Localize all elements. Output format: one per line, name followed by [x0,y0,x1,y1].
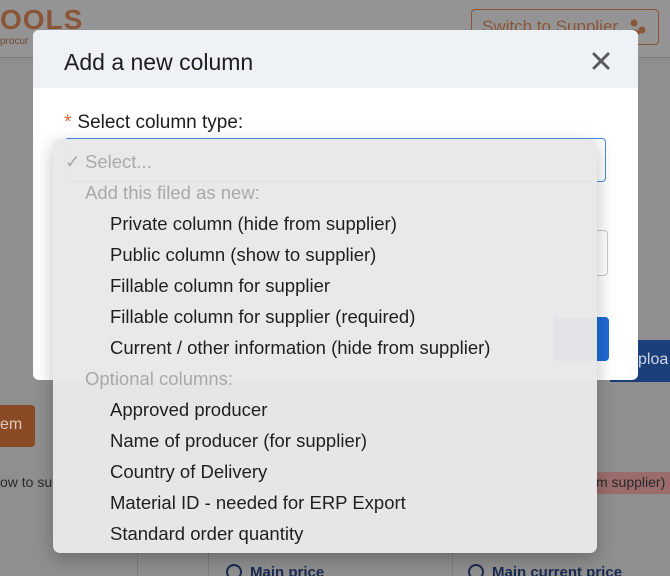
main-price-radio[interactable]: Main price [226,564,324,576]
dropdown-option-current-other-information[interactable]: Current / other information (hide from s… [53,332,597,363]
close-icon[interactable] [588,48,614,74]
bg-column-hint-left: ow to su [0,474,53,490]
dropdown-option-country-of-delivery[interactable]: Country of Delivery [53,456,597,487]
main-current-price-radio[interactable]: Main current price [468,564,622,576]
main-current-price-radio-label: Main current price [492,564,623,576]
app-logo-subtitle: procur [0,36,29,47]
column-type-dropdown: ✓ Select... Add this filed as new: Privat… [53,139,597,553]
dropdown-group-label: Add this filed as new: [85,182,260,203]
dropdown-group-label: Optional columns: [85,368,234,389]
dialog-title: Add a new column [64,49,254,75]
radio-icon [226,564,242,576]
main-price-radio-label: Main price [250,564,325,576]
dropdown-option-standard-order-quantity[interactable]: Standard order quantity [53,518,597,549]
checkmark-icon: ✓ [65,151,81,172]
add-item-button-label: em [0,416,23,433]
dropdown-option-label: Select... [85,151,152,172]
dropdown-option-fillable-column[interactable]: Fillable column for supplier [53,270,597,301]
dialog-header: Add a new column [33,30,638,88]
dropdown-option-select[interactable]: ✓ Select... [53,146,597,177]
add-item-button[interactable]: em [0,405,35,447]
radio-icon [468,564,484,576]
required-marker: * [64,112,72,133]
dropdown-option-private-column[interactable]: Private column (hide from supplier) [53,208,597,239]
dropdown-option-material-id[interactable]: Material ID - needed for ERP Export [53,487,597,518]
column-type-label: * Select column type: [64,112,243,134]
dropdown-option-name-of-producer[interactable]: Name of producer (for supplier) [53,425,597,456]
upload-button-label: ploa [638,351,669,368]
dropdown-option-public-column[interactable]: Public column (show to supplier) [53,239,597,270]
dropdown-option-approved-producer[interactable]: Approved producer [53,394,597,425]
bg-column-hint-right: m supplier) [596,472,670,494]
column-type-label-text: Select column type: [77,112,244,133]
dropdown-option-fillable-column-required[interactable]: Fillable column for supplier (required) [53,301,597,332]
